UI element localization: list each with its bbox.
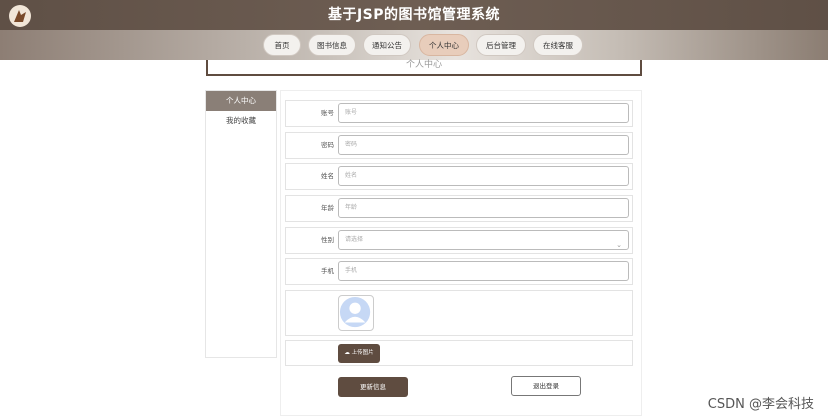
upload-row: ☁ 上传图片 bbox=[285, 340, 633, 366]
sidebar-item-favorites[interactable]: 我的收藏 bbox=[206, 111, 276, 131]
account-label: 账号 bbox=[321, 109, 334, 117]
nav-customer-service[interactable]: 在线客服 bbox=[533, 34, 583, 56]
account-input[interactable]: 账号 bbox=[338, 103, 629, 123]
sidebar-item-personal-center[interactable]: 个人中心 bbox=[206, 91, 276, 111]
gender-label: 性别 bbox=[321, 236, 334, 244]
form-row-password: 密码 密码 bbox=[285, 132, 633, 159]
sidebar: 个人中心 我的收藏 bbox=[205, 90, 277, 358]
upload-image-label: 上传图片 bbox=[351, 350, 374, 356]
nav-books[interactable]: 图书信息 bbox=[308, 34, 356, 56]
phone-label: 手机 bbox=[321, 267, 334, 275]
nav-home[interactable]: 首页 bbox=[263, 34, 301, 56]
main-nav: 首页 图书信息 通知公告 个人中心 后台管理 在线客服 bbox=[0, 30, 828, 60]
cloud-upload-icon: ☁ bbox=[344, 350, 350, 356]
name-input[interactable]: 姓名 bbox=[338, 166, 629, 186]
avatar-row bbox=[285, 290, 633, 336]
form-row-phone: 手机 手机 bbox=[285, 258, 633, 285]
phone-input[interactable]: 手机 bbox=[338, 261, 629, 281]
form-row-age: 年龄 年龄 bbox=[285, 195, 633, 222]
site-title: 基于JSP的图书馆管理系统 bbox=[327, 7, 501, 23]
nav-personal-center[interactable]: 个人中心 bbox=[419, 34, 469, 56]
password-input[interactable]: 密码 bbox=[338, 135, 629, 155]
nav-notices[interactable]: 通知公告 bbox=[363, 34, 411, 56]
chevron-down-icon: ⌄ bbox=[616, 241, 622, 249]
page-title-box: 个人中心 bbox=[206, 60, 642, 76]
form-row-gender: 性别 请选择 ⌄ bbox=[285, 227, 633, 254]
update-info-button[interactable]: 更新信息 bbox=[338, 377, 408, 397]
age-input[interactable]: 年龄 bbox=[338, 198, 629, 218]
top-bar: 基于JSP的图书馆管理系统 bbox=[0, 0, 828, 30]
name-label: 姓名 bbox=[321, 172, 334, 180]
logout-button[interactable]: 退出登录 bbox=[511, 376, 581, 396]
age-label: 年龄 bbox=[321, 204, 334, 212]
page-title: 个人中心 bbox=[405, 60, 442, 70]
nav-admin[interactable]: 后台管理 bbox=[476, 34, 526, 56]
form-row-account: 账号 账号 bbox=[285, 100, 633, 127]
password-label: 密码 bbox=[321, 141, 334, 149]
upload-image-button[interactable]: ☁ 上传图片 bbox=[338, 344, 380, 363]
avatar bbox=[338, 295, 374, 331]
watermark: CSDN @李会科技 bbox=[707, 397, 814, 412]
gender-select-value: 请选择 bbox=[345, 236, 364, 243]
form-row-name: 姓名 姓名 bbox=[285, 163, 633, 190]
avatar-placeholder-icon bbox=[339, 296, 371, 328]
gender-select[interactable]: 请选择 ⌄ bbox=[338, 230, 629, 250]
